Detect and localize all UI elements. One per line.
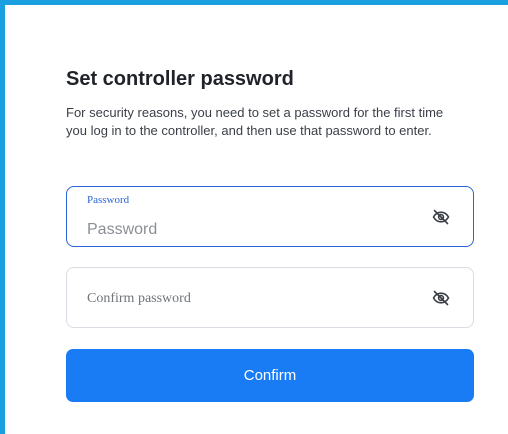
page-title: Set controller password [66, 68, 294, 90]
confirm-password-input[interactable] [87, 289, 407, 309]
confirm-password-field[interactable] [66, 267, 474, 328]
confirm-button[interactable]: Confirm [66, 349, 474, 402]
password-field[interactable]: Password [66, 186, 474, 247]
eye-off-icon[interactable] [431, 207, 451, 227]
description-text: For security reasons, you need to set a … [66, 105, 444, 138]
password-field-label: Password [87, 194, 130, 206]
eye-off-icon[interactable] [431, 288, 451, 308]
password-input[interactable] [87, 219, 407, 241]
dialog-frame: Set controller password For security rea… [0, 0, 508, 434]
